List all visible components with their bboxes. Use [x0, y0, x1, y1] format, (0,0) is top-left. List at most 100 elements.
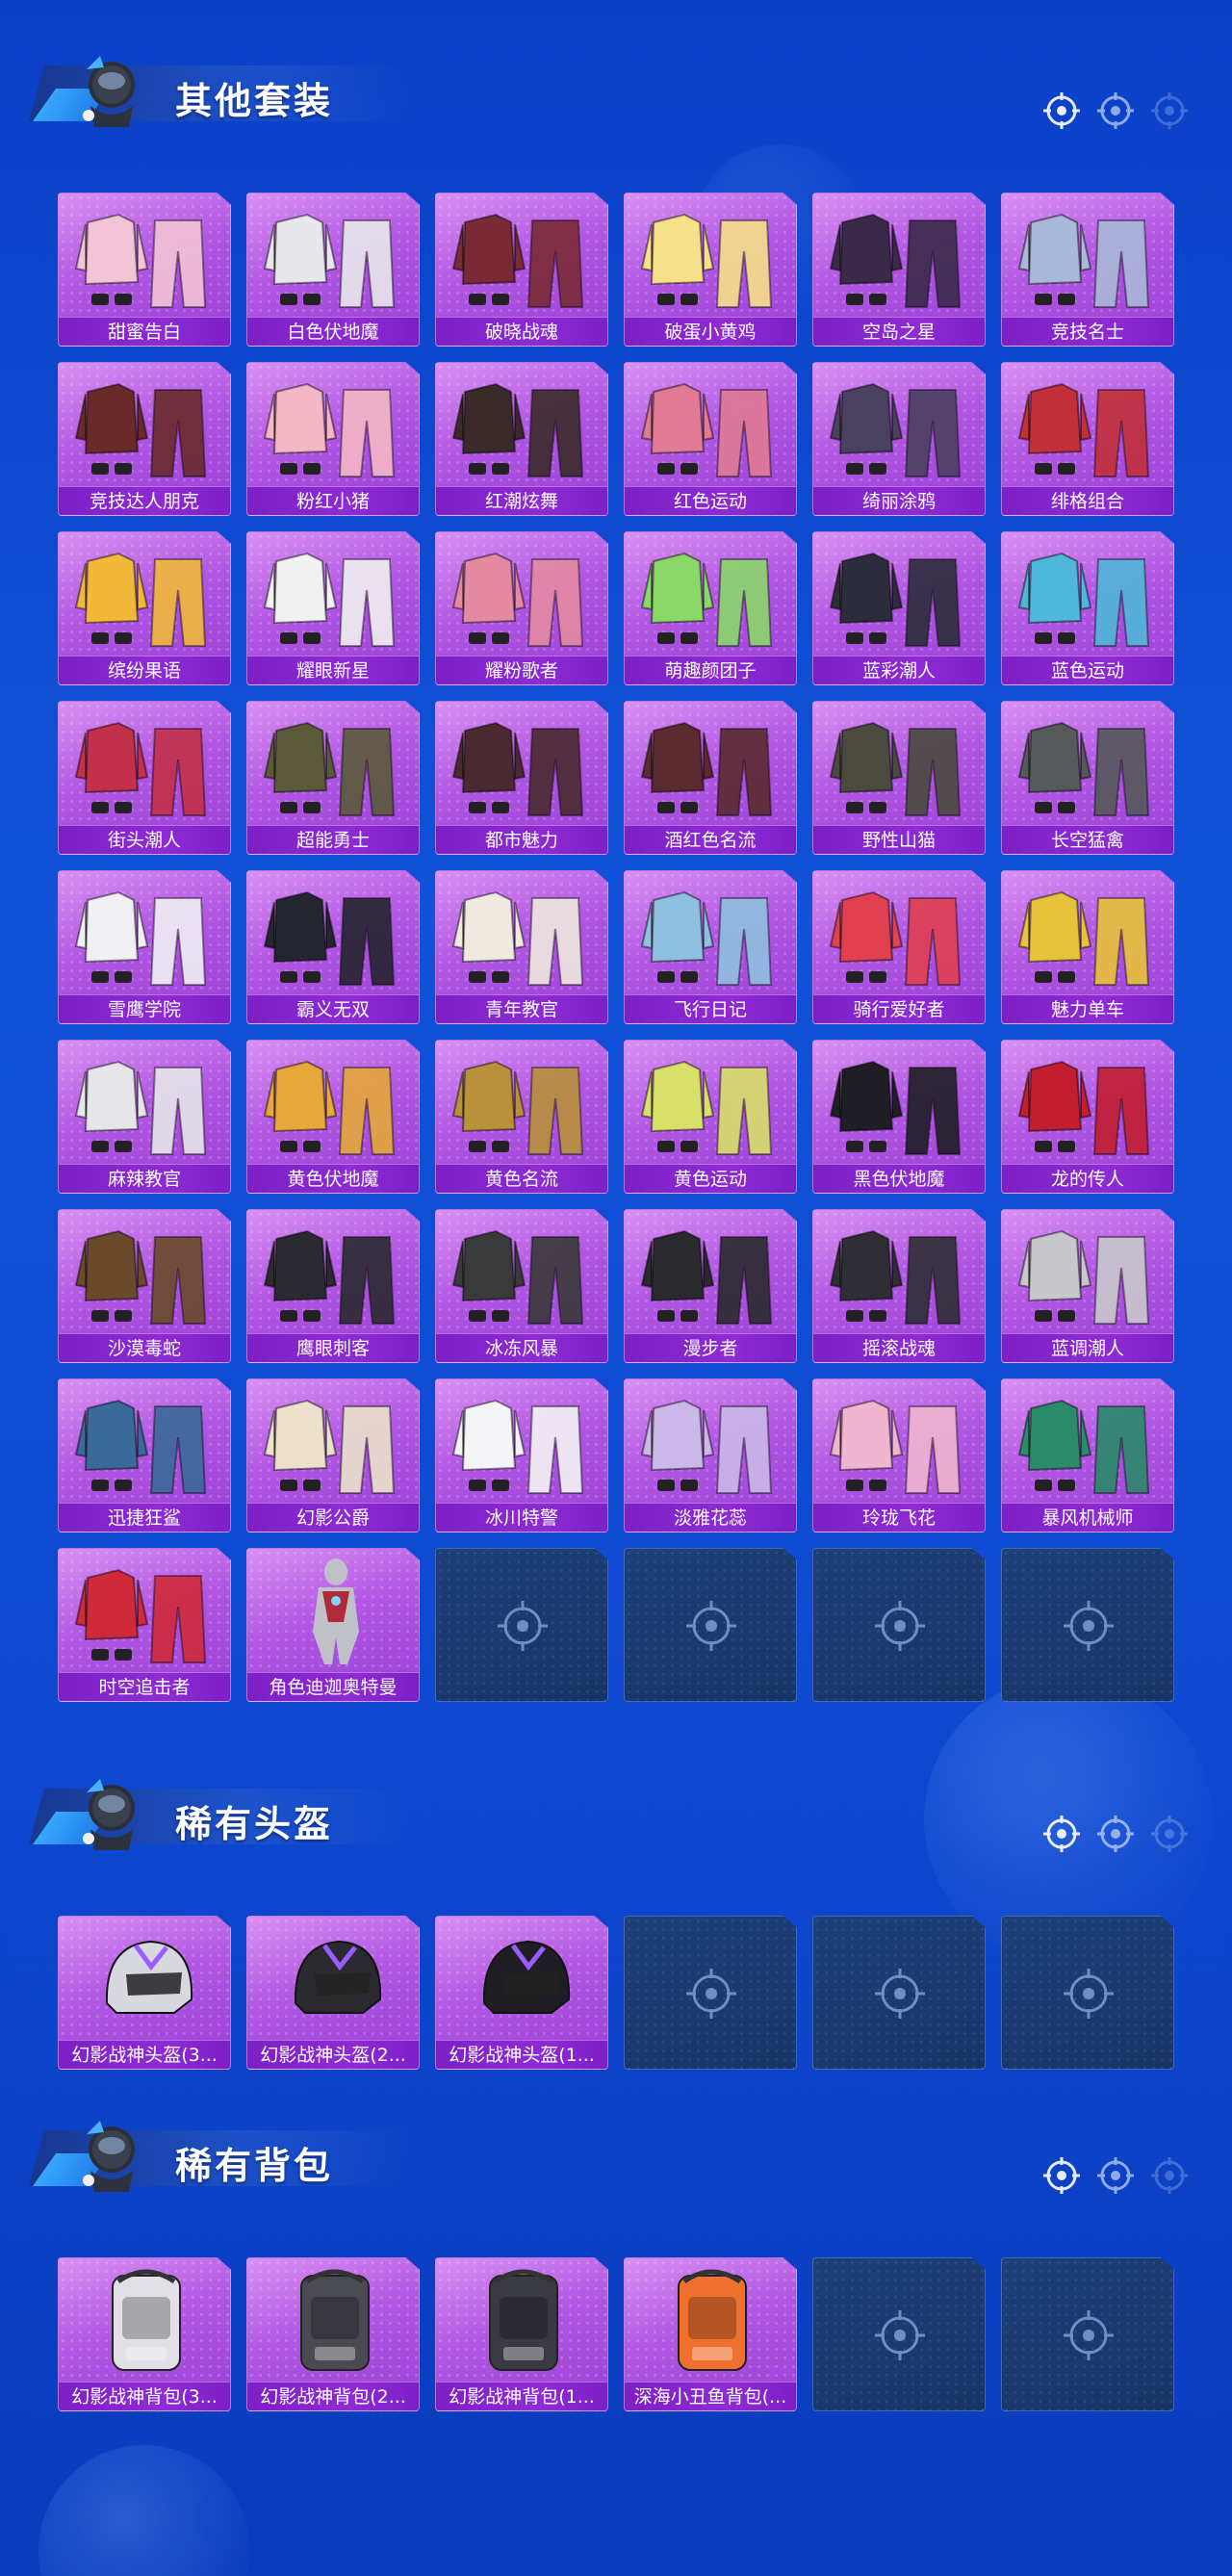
item-label: 青年教官 — [436, 994, 607, 1023]
item-card[interactable]: 粉红小猪 — [246, 362, 420, 516]
item-card[interactable]: 幻影战神背包(2... — [246, 2257, 420, 2411]
item-card[interactable]: 幻影战神背包(3... — [58, 2257, 231, 2411]
item-grid: 甜蜜告白 白色伏地魔 破晓战魂 破蛋小黄鸡 空岛之星 竞技名士 竞技达人朋克 粉… — [58, 193, 1174, 1702]
suit-image — [59, 1549, 230, 1672]
item-card[interactable]: 鹰眼刺客 — [246, 1209, 420, 1363]
item-card[interactable]: 破蛋小黄鸡 — [624, 193, 797, 347]
item-label: 萌趣颜团子 — [625, 656, 796, 684]
suit-image — [625, 1210, 796, 1333]
suit-image — [436, 1379, 607, 1503]
item-label: 冰川特警 — [436, 1503, 607, 1532]
item-card[interactable]: 雪鹰学院 — [58, 870, 231, 1024]
item-card[interactable]: 蓝彩潮人 — [812, 531, 986, 685]
crosshair-icon — [1095, 90, 1136, 131]
item-card[interactable]: 绯格组合 — [1001, 362, 1174, 516]
suit-image — [247, 702, 419, 825]
item-card[interactable]: 红潮炫舞 — [435, 362, 608, 516]
empty-slot — [1001, 2257, 1174, 2411]
item-card[interactable]: 耀眼新星 — [246, 531, 420, 685]
item-card[interactable]: 黑色伏地魔 — [812, 1040, 986, 1194]
item-card[interactable]: 幻影公爵 — [246, 1378, 420, 1533]
item-label: 红潮炫舞 — [436, 486, 607, 515]
item-label: 沙漠毒蛇 — [59, 1333, 230, 1362]
item-card[interactable]: 幻影战神头盔(2... — [246, 1916, 420, 2070]
item-card[interactable]: 蓝调潮人 — [1001, 1209, 1174, 1363]
suit-image — [247, 1379, 419, 1503]
item-card[interactable]: 蓝色运动 — [1001, 531, 1174, 685]
suit-image — [247, 363, 419, 486]
item-card[interactable]: 空岛之星 — [812, 193, 986, 347]
item-label: 白色伏地魔 — [247, 317, 419, 346]
item-card[interactable]: 迅捷狂鲨 — [58, 1378, 231, 1533]
item-label: 竞技达人朋克 — [59, 486, 230, 515]
item-label: 绯格组合 — [1002, 486, 1173, 515]
item-card[interactable]: 红色运动 — [624, 362, 797, 516]
item-card[interactable]: 沙漠毒蛇 — [58, 1209, 231, 1363]
crosshair-icon — [1149, 2155, 1190, 2196]
suit-image — [59, 1041, 230, 1164]
item-card[interactable]: 时空追击者 — [58, 1548, 231, 1702]
item-card[interactable]: 绮丽涂鸦 — [812, 362, 986, 516]
helmet-image — [247, 1917, 419, 2040]
item-card[interactable]: 骑行爱好者 — [812, 870, 986, 1024]
crosshair-icon — [1095, 2155, 1136, 2196]
suit-image — [436, 363, 607, 486]
item-card[interactable]: 长空猛禽 — [1001, 701, 1174, 855]
item-card[interactable]: 玲珑飞花 — [812, 1378, 986, 1533]
item-card[interactable]: 幻影战神头盔(1... — [435, 1916, 608, 2070]
suit-image — [436, 193, 607, 317]
suit-image — [813, 193, 985, 317]
item-card[interactable]: 霸义无双 — [246, 870, 420, 1024]
suit-image — [1002, 363, 1173, 486]
item-card[interactable]: 耀粉歌者 — [435, 531, 608, 685]
item-card[interactable]: 都市魅力 — [435, 701, 608, 855]
item-card[interactable]: 幻影战神背包(1... — [435, 2257, 608, 2411]
item-card[interactable]: 龙的传人 — [1001, 1040, 1174, 1194]
backpack-image — [59, 2258, 230, 2382]
section-title: 稀有背包 — [175, 2145, 334, 2187]
empty-slot — [624, 1916, 797, 2070]
item-card[interactable]: 冰冻风暴 — [435, 1209, 608, 1363]
item-card[interactable]: 暴风机械师 — [1001, 1378, 1174, 1533]
helmet-image — [59, 1917, 230, 2040]
item-card[interactable]: 冰川特警 — [435, 1378, 608, 1533]
crosshair-icon — [1041, 90, 1082, 131]
item-label: 幻影战神头盔(3... — [59, 2040, 230, 2069]
item-card[interactable]: 麻辣教官 — [58, 1040, 231, 1194]
item-card[interactable]: 角色迪迦奥特曼 — [246, 1548, 420, 1702]
item-label: 幻影战神背包(2... — [247, 2382, 419, 2410]
item-card[interactable]: 摇滚战魂 — [812, 1209, 986, 1363]
item-card[interactable]: 萌趣颜团子 — [624, 531, 797, 685]
suit-image — [625, 193, 796, 317]
item-card[interactable]: 深海小丑鱼背包(... — [624, 2257, 797, 2411]
item-label: 耀粉歌者 — [436, 656, 607, 684]
crosshair-icon — [1095, 1814, 1136, 1854]
item-card[interactable]: 缤纷果语 — [58, 531, 231, 685]
item-card[interactable]: 魅力单车 — [1001, 870, 1174, 1024]
suit-image — [1002, 1379, 1173, 1503]
item-label: 竞技名士 — [1002, 317, 1173, 346]
item-card[interactable]: 淡雅花蕊 — [624, 1378, 797, 1533]
item-card[interactable]: 白色伏地魔 — [246, 193, 420, 347]
item-card[interactable]: 黄色名流 — [435, 1040, 608, 1194]
item-card[interactable]: 漫步者 — [624, 1209, 797, 1363]
item-card[interactable]: 飞行日记 — [624, 870, 797, 1024]
item-label: 深海小丑鱼背包(... — [625, 2382, 796, 2410]
item-card[interactable]: 竞技名士 — [1001, 193, 1174, 347]
backpack-image — [625, 2258, 796, 2382]
item-label: 霸义无双 — [247, 994, 419, 1023]
empty-slot — [1001, 1916, 1174, 2070]
item-card[interactable]: 酒红色名流 — [624, 701, 797, 855]
item-card[interactable]: 野性山猫 — [812, 701, 986, 855]
item-card[interactable]: 黄色伏地魔 — [246, 1040, 420, 1194]
item-card[interactable]: 破晓战魂 — [435, 193, 608, 347]
backpack-image — [436, 2258, 607, 2382]
item-card[interactable]: 甜蜜告白 — [58, 193, 231, 347]
item-card[interactable]: 竞技达人朋克 — [58, 362, 231, 516]
item-card[interactable]: 超能勇士 — [246, 701, 420, 855]
item-card[interactable]: 街头潮人 — [58, 701, 231, 855]
item-card[interactable]: 青年教官 — [435, 870, 608, 1024]
item-card[interactable]: 幻影战神头盔(3... — [58, 1916, 231, 2070]
item-card[interactable]: 黄色运动 — [624, 1040, 797, 1194]
suit-image — [625, 702, 796, 825]
